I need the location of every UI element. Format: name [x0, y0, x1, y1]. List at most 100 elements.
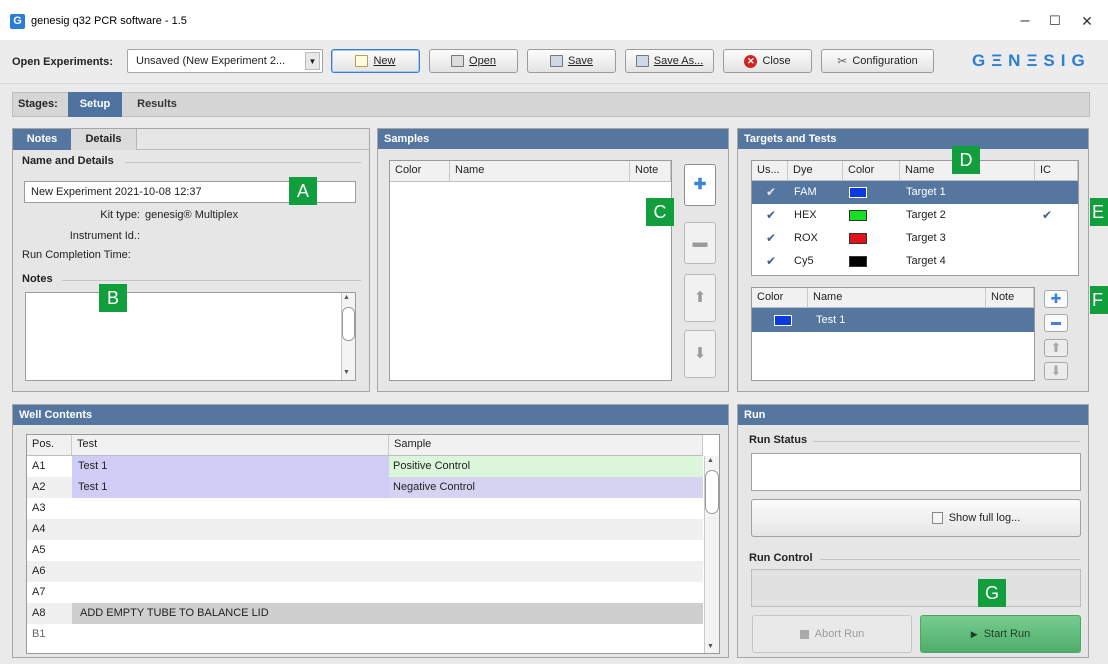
- samples-col-name[interactable]: Name: [450, 161, 630, 182]
- well-test: Test 1: [72, 477, 389, 498]
- arrow-down-icon: ⬇: [693, 345, 707, 362]
- well-pos: A6: [32, 565, 46, 577]
- well-contents-table[interactable]: Pos. Test Sample A1 Test 1 Positive Cont…: [26, 434, 720, 654]
- open-button[interactable]: Open: [429, 49, 518, 73]
- arrow-up-icon: ⬆: [1050, 340, 1062, 355]
- table-row[interactable]: ✔ FAM Target 1: [752, 181, 1078, 204]
- samples-col-color[interactable]: Color: [390, 161, 450, 182]
- table-row[interactable]: A1 Test 1 Positive Control: [27, 456, 703, 477]
- new-button-label: New: [373, 55, 396, 67]
- move-sample-down-button[interactable]: ⬇: [684, 330, 716, 378]
- well-sample: Positive Control: [389, 456, 703, 477]
- configuration-button[interactable]: ✂ Configuration: [821, 49, 934, 73]
- close-experiment-button[interactable]: ✕ Close: [723, 49, 812, 73]
- callout-label-d: D: [952, 146, 980, 174]
- targets-col-ic[interactable]: IC: [1035, 161, 1078, 181]
- table-row[interactable]: A2 Test 1 Negative Control: [27, 477, 703, 498]
- new-document-icon: [355, 55, 369, 67]
- table-row[interactable]: A4: [27, 519, 703, 540]
- play-icon: ▶: [970, 628, 978, 639]
- move-test-down-button[interactable]: ⬇: [1044, 362, 1068, 380]
- samples-table[interactable]: [389, 160, 672, 381]
- scroll-up-icon[interactable]: ▲: [343, 294, 350, 301]
- table-row[interactable]: A8 ADD EMPTY TUBE TO BALANCE LID: [27, 603, 703, 624]
- targets-col-dye[interactable]: Dye: [788, 161, 843, 181]
- table-row[interactable]: B1: [27, 624, 703, 645]
- target-dye: HEX: [794, 209, 817, 221]
- maximize-button[interactable]: ☐: [1040, 10, 1070, 32]
- chevron-down-icon[interactable]: ▼: [305, 52, 320, 70]
- well-col-test[interactable]: Test: [72, 435, 389, 456]
- scrollbar-thumb[interactable]: [705, 470, 719, 514]
- abort-run-button[interactable]: Abort Run: [752, 615, 912, 653]
- add-test-button[interactable]: ✚: [1044, 290, 1068, 308]
- color-swatch: [849, 210, 867, 221]
- table-row[interactable]: Test 1: [752, 308, 1034, 332]
- table-row[interactable]: A6: [27, 561, 703, 582]
- tools-icon: ✂: [837, 54, 848, 68]
- divider: [820, 559, 1080, 560]
- stop-icon: [799, 629, 809, 639]
- callout-label-c: C: [646, 198, 674, 226]
- abort-run-label: Abort Run: [814, 628, 865, 640]
- remove-sample-button[interactable]: ▬: [684, 222, 716, 264]
- table-row[interactable]: ✔ Cy5 Target 4: [752, 250, 1078, 273]
- well-test: Test 1: [72, 456, 389, 477]
- start-run-button[interactable]: ▶ Start Run: [920, 615, 1081, 653]
- save-as-button[interactable]: Save As...: [625, 49, 714, 73]
- kit-type-label: Kit type:: [100, 209, 140, 221]
- tests-col-note[interactable]: Note: [986, 288, 1034, 308]
- move-test-up-button[interactable]: ⬆: [1044, 339, 1068, 357]
- well-contents-title: Well Contents: [13, 405, 728, 425]
- callout-label-a: A: [289, 177, 317, 205]
- divider: [62, 280, 361, 281]
- table-row[interactable]: ✔ ROX Target 3: [752, 227, 1078, 250]
- close-window-button[interactable]: ✕: [1072, 10, 1102, 32]
- tests-col-name[interactable]: Name: [808, 288, 986, 308]
- tab-setup[interactable]: Setup: [68, 92, 122, 117]
- scroll-down-icon[interactable]: ▼: [343, 369, 350, 376]
- tests-col-color[interactable]: Color: [752, 288, 808, 308]
- move-sample-up-button[interactable]: ⬆: [684, 274, 716, 322]
- save-as-button-label: Save As...: [653, 55, 704, 67]
- notes-heading: Notes: [22, 273, 53, 285]
- scroll-up-icon[interactable]: ▲: [707, 457, 714, 464]
- targets-col-color[interactable]: Color: [843, 161, 900, 181]
- start-run-label: Start Run: [983, 628, 1031, 640]
- well-pos: A1: [32, 460, 46, 472]
- targets-col-use[interactable]: Us...: [752, 161, 788, 181]
- new-button[interactable]: New: [331, 49, 420, 73]
- well-col-pos[interactable]: Pos.: [27, 435, 72, 456]
- tab-notes[interactable]: Notes: [13, 129, 71, 150]
- scrollbar-thumb[interactable]: [342, 307, 355, 341]
- well-col-sample[interactable]: Sample: [389, 435, 703, 456]
- target-name: Target 4: [906, 255, 946, 267]
- table-row[interactable]: ✔ HEX Target 2 ✔: [752, 204, 1078, 227]
- experiment-select[interactable]: Unsaved (New Experiment 2...: [127, 49, 323, 73]
- save-button[interactable]: Save: [527, 49, 616, 73]
- samples-col-note[interactable]: Note: [630, 161, 671, 182]
- table-row[interactable]: A5: [27, 540, 703, 561]
- well-sample: Negative Control: [389, 477, 703, 498]
- check-icon: ✔: [766, 208, 777, 222]
- run-panel-title: Run: [738, 405, 1088, 425]
- target-name: Target 3: [906, 232, 946, 244]
- minimize-button[interactable]: –: [1010, 10, 1040, 32]
- minus-icon: ▬: [692, 234, 708, 251]
- notes-textarea[interactable]: [25, 292, 356, 381]
- tab-details[interactable]: Details: [71, 129, 137, 150]
- target-dye: Cy5: [794, 255, 814, 267]
- table-row[interactable]: A3: [27, 498, 703, 519]
- show-full-log-button[interactable]: Show full log...: [751, 499, 1081, 537]
- color-swatch: [849, 256, 867, 267]
- tab-results[interactable]: Results: [126, 92, 188, 117]
- save-button-label: Save: [567, 55, 594, 67]
- remove-test-button[interactable]: ▬: [1044, 314, 1068, 332]
- close-button-label: Close: [762, 55, 791, 67]
- scroll-down-icon[interactable]: ▼: [707, 643, 714, 650]
- table-row[interactable]: A7: [27, 582, 703, 603]
- run-status-field: [751, 453, 1081, 491]
- callout-label-g: G: [978, 579, 1006, 607]
- add-sample-button[interactable]: ✚: [684, 164, 716, 206]
- well-pos: A8: [32, 607, 46, 619]
